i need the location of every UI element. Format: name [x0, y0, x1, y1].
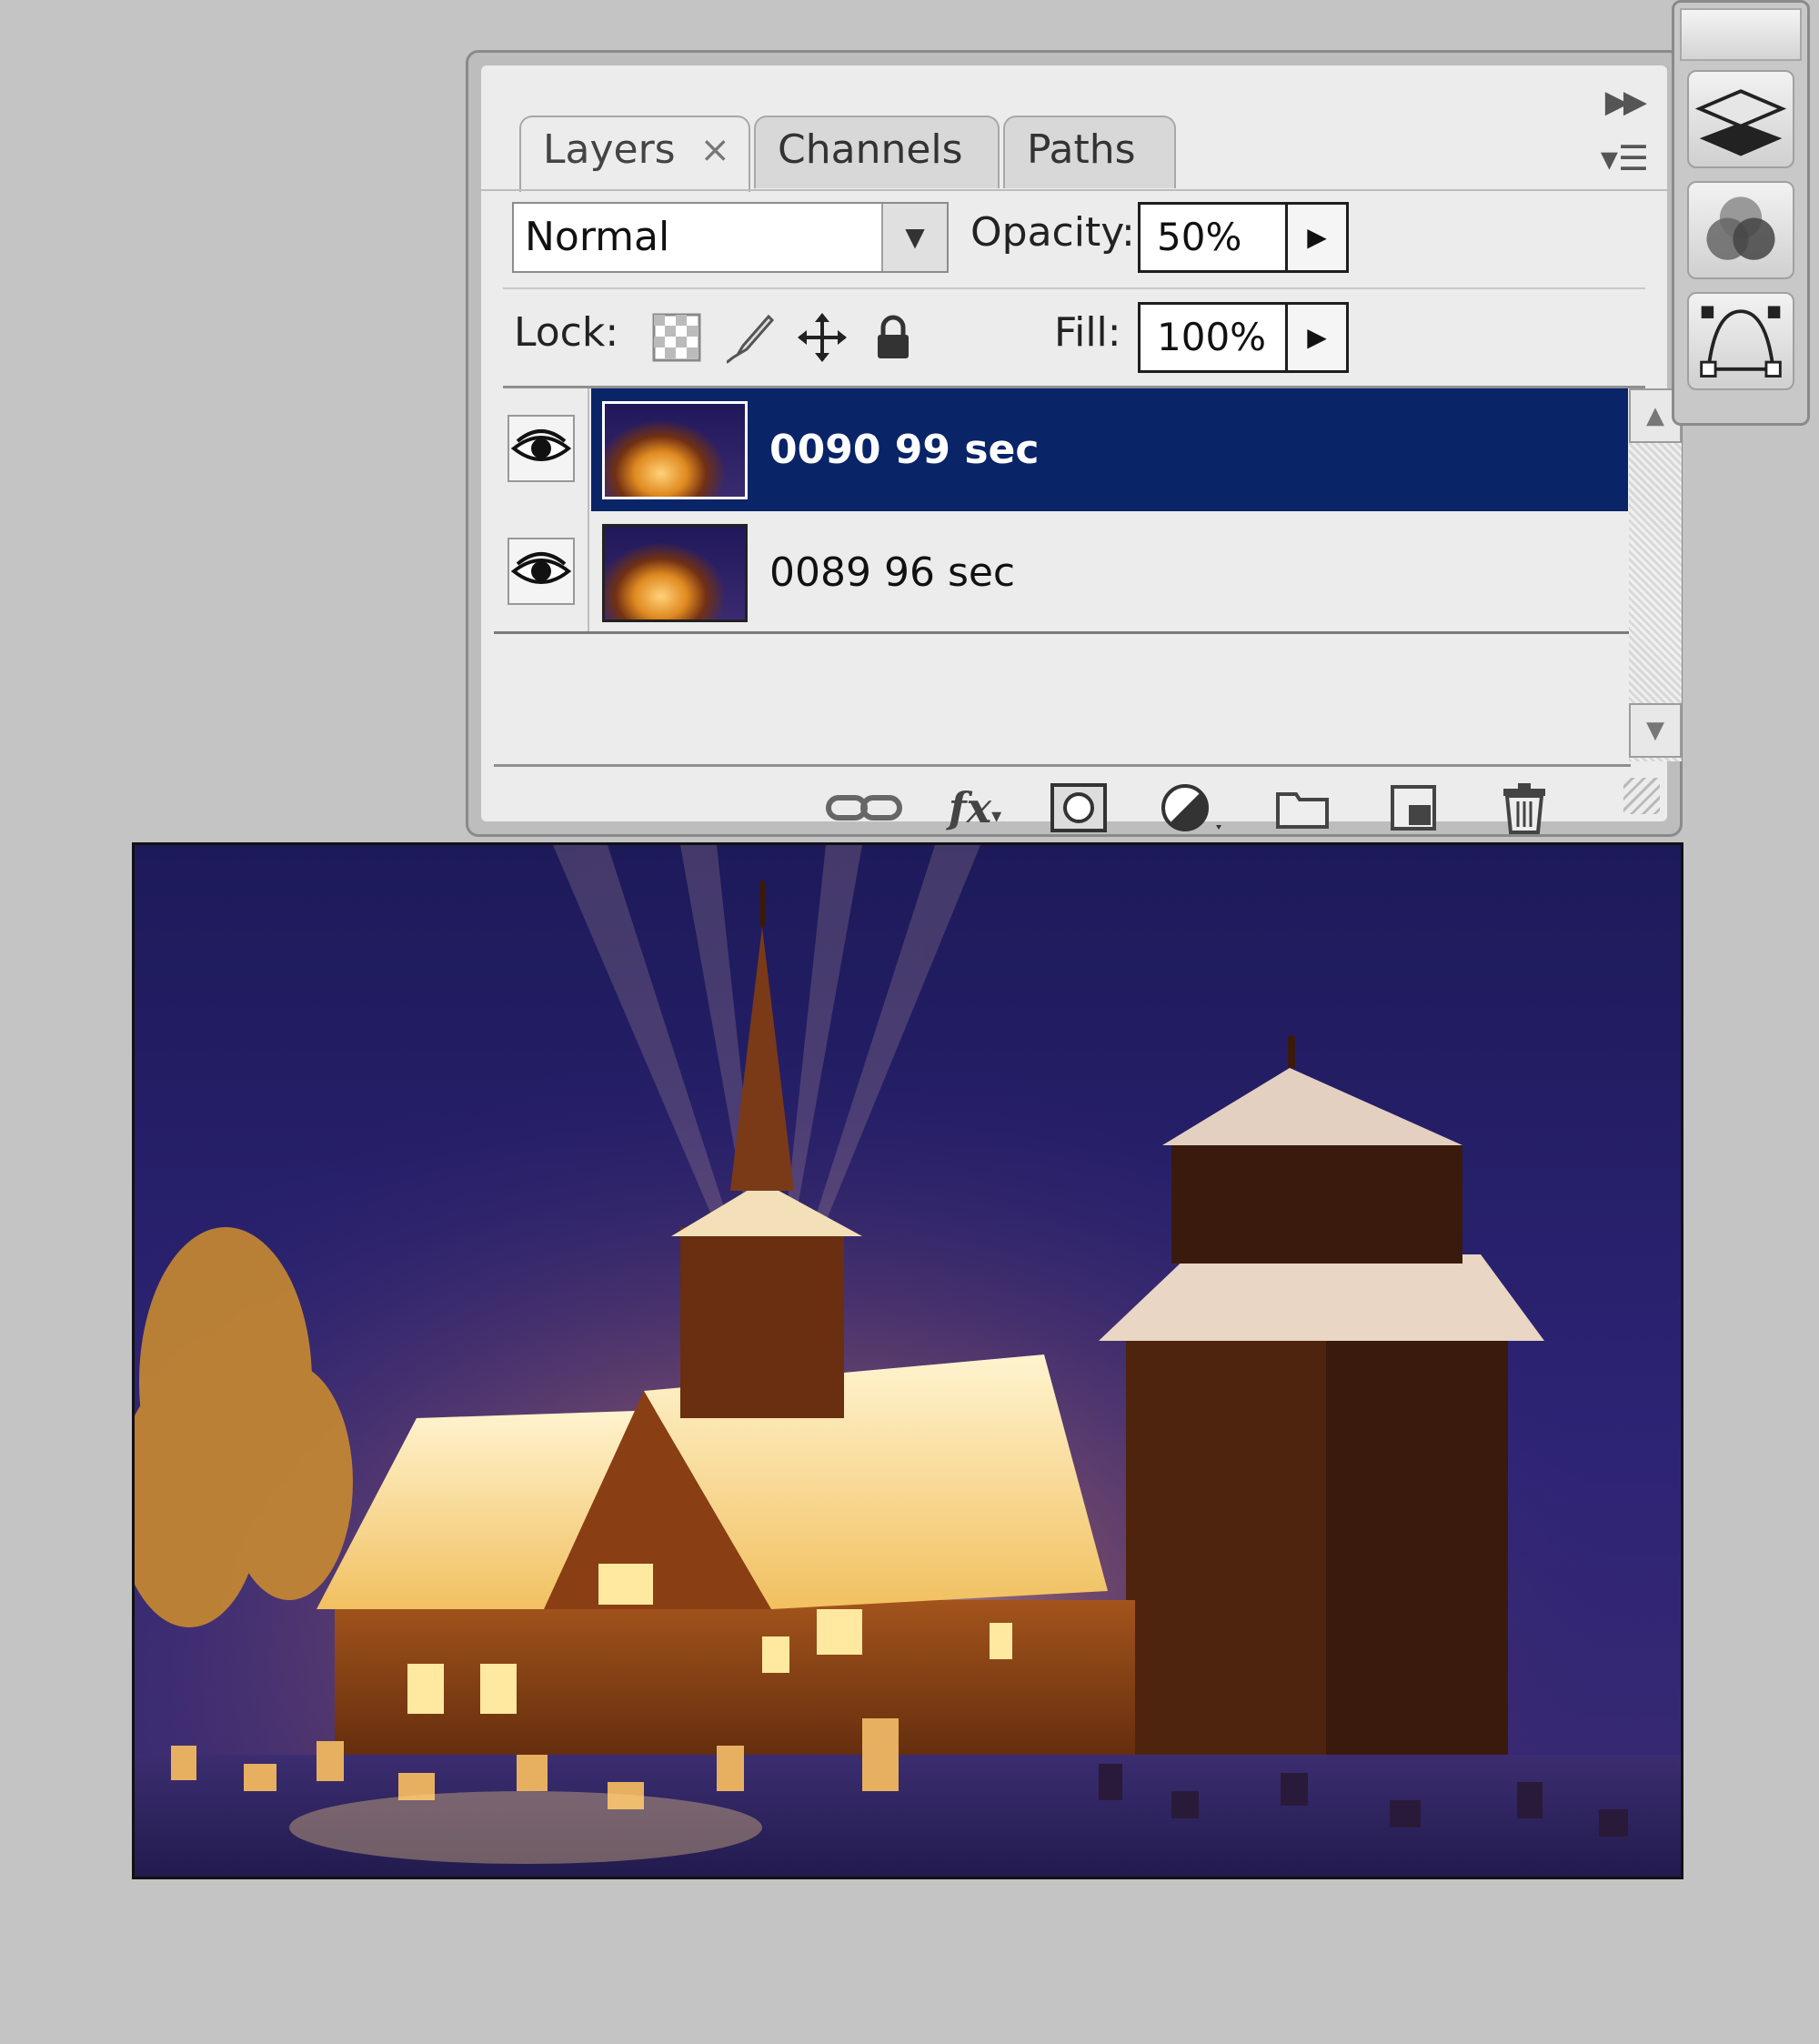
layer-body[interactable]: 0090 99 sec: [591, 388, 1628, 511]
layer-mask-icon[interactable]: [1047, 780, 1110, 836]
layers-panel-body: ▶▶ Layers × Channels Paths ▾☰ Normal ▼ O…: [481, 65, 1682, 834]
fx-icon[interactable]: fx▾: [934, 780, 1016, 836]
double-arrow-right-icon[interactable]: ▶▶: [1605, 84, 1647, 120]
tab-channels[interactable]: Channels: [754, 116, 1000, 188]
lock-label: Lock:: [514, 309, 619, 356]
link-layers-icon[interactable]: [823, 780, 905, 836]
layers-list: 0090 99 sec 0089 96 sec ▲ ▼: [494, 388, 1682, 761]
lock-transparent-pixels-icon[interactable]: [650, 311, 703, 364]
new-group-icon[interactable]: [1271, 780, 1334, 836]
eye-icon[interactable]: [507, 414, 576, 483]
channels-panel-icon[interactable]: [1687, 181, 1794, 279]
lock-all-icon[interactable]: [867, 311, 920, 364]
visibility-cell[interactable]: [494, 511, 589, 634]
tab-paths-label: Paths: [1027, 126, 1136, 173]
visibility-cell[interactable]: [494, 388, 589, 511]
dock-header[interactable]: [1680, 8, 1802, 61]
adjustment-layer-icon[interactable]: [1158, 780, 1231, 836]
resize-grip-icon[interactable]: [1623, 778, 1660, 814]
fill-value: 100%: [1157, 315, 1267, 359]
opacity-value: 50%: [1157, 215, 1242, 259]
paths-panel-icon[interactable]: [1687, 292, 1794, 390]
lock-position-icon[interactable]: [796, 311, 849, 364]
panel-menu-icon[interactable]: ▾☰: [1601, 138, 1649, 178]
layers-panel: ▶▶ Layers × Channels Paths ▾☰ Normal ▼ O…: [466, 50, 1683, 837]
tab-channels-label: Channels: [778, 126, 963, 173]
layer-row[interactable]: 0090 99 sec: [494, 388, 1631, 511]
layer-thumbnail: [602, 524, 748, 622]
tab-layers-label: Layers: [543, 126, 676, 173]
layers-panel-icon[interactable]: [1687, 70, 1794, 168]
layers-scrollbar[interactable]: ▲ ▼: [1629, 388, 1682, 761]
blend-mode-select[interactable]: Normal ▼: [512, 202, 949, 273]
trash-icon[interactable]: [1492, 780, 1556, 836]
divider: [503, 287, 1645, 289]
fill-field[interactable]: 100% ▶: [1138, 302, 1349, 373]
opacity-slider-arrow-icon[interactable]: ▶: [1285, 205, 1346, 270]
new-layer-icon[interactable]: [1382, 780, 1445, 836]
blend-mode-value: Normal: [525, 214, 670, 260]
tab-strip-divider: [481, 189, 1667, 191]
layer-row[interactable]: 0089 96 sec: [494, 511, 1631, 634]
tab-paths[interactable]: Paths: [1003, 116, 1176, 188]
row-divider: [494, 631, 1631, 634]
opacity-label: Opacity:: [970, 209, 1135, 256]
panel-dock: [1672, 0, 1810, 426]
tab-layers[interactable]: Layers ×: [519, 116, 750, 192]
church-night-photo: [135, 845, 1681, 1877]
fill-label: Fill:: [1054, 309, 1121, 356]
lock-image-pixels-icon[interactable]: [723, 311, 776, 364]
footer-divider: [494, 764, 1631, 767]
layer-name[interactable]: 0089 96 sec: [769, 511, 1015, 634]
eye-icon[interactable]: [507, 537, 576, 606]
opacity-field[interactable]: 50% ▶: [1138, 202, 1349, 273]
document-canvas[interactable]: [132, 842, 1683, 1879]
layer-thumbnail: [600, 399, 749, 501]
layer-body[interactable]: 0089 96 sec: [591, 511, 1628, 634]
scroll-down-icon[interactable]: ▼: [1629, 703, 1682, 758]
fill-slider-arrow-icon[interactable]: ▶: [1285, 305, 1346, 370]
chevron-down-icon[interactable]: ▼: [881, 204, 947, 271]
fx-label: fx: [948, 783, 992, 832]
close-icon[interactable]: ×: [699, 117, 730, 183]
layer-name[interactable]: 0090 99 sec: [769, 388, 1039, 511]
